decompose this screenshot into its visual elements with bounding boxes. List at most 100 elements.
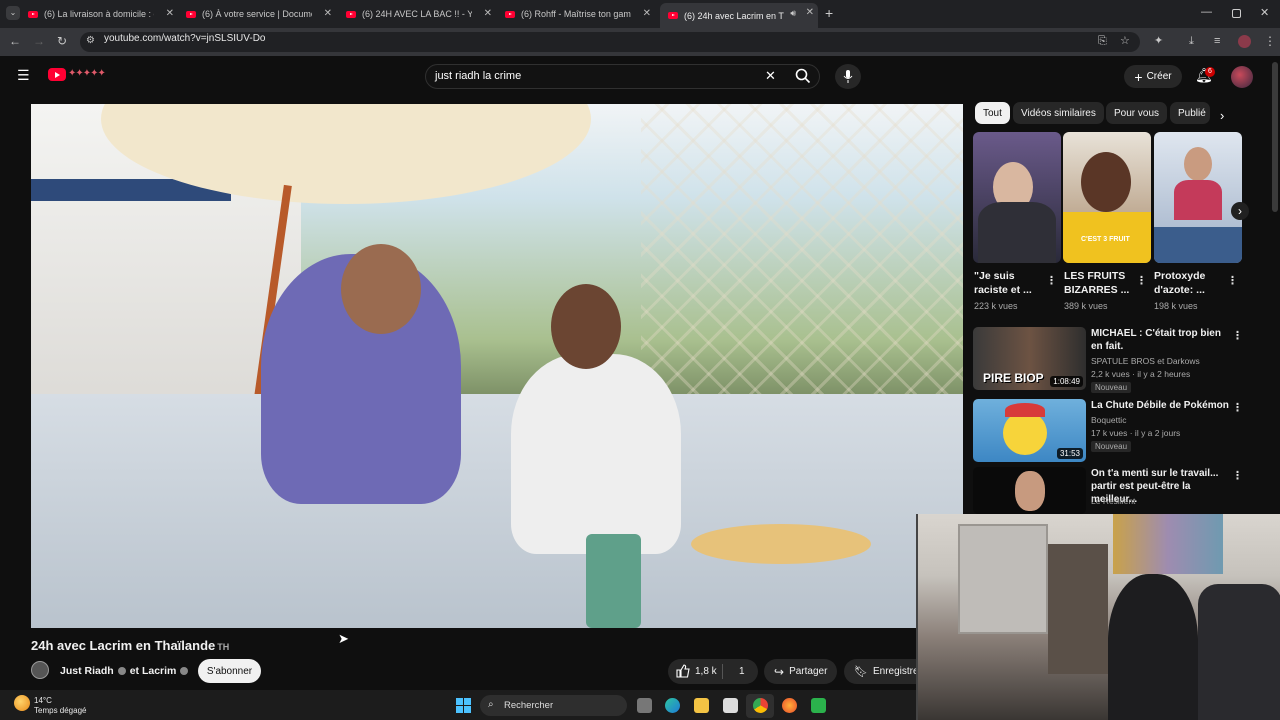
channel-names[interactable]: Just Riadh et Lacrim <box>60 665 192 677</box>
weather-widget[interactable]: 14°C Temps dégagé <box>34 696 86 716</box>
more-options-icon[interactable]: ⋮ <box>1136 275 1147 287</box>
profile-avatar[interactable] <box>1238 35 1251 48</box>
tab-2[interactable]: (6) À votre service | Documenta ✕ <box>186 4 336 24</box>
page-scrollbar[interactable] <box>1272 62 1278 212</box>
new-badge: Nouveau <box>1091 441 1132 452</box>
webcam-chair-shape <box>1198 584 1280 720</box>
tab-title: (6) 24h avec Lacrim en Thaï <box>684 10 784 21</box>
speaker-icon[interactable]: 🔊︎ <box>790 8 796 19</box>
collab-channel-name[interactable]: Lacrim <box>142 665 176 677</box>
bookmark-icon: 🔖︎ <box>854 666 868 678</box>
minimize-icon[interactable]: — <box>1201 6 1212 18</box>
related-channel[interactable]: SPATULE BROS et Darkows <box>1091 355 1200 368</box>
short-thumbnail[interactable] <box>973 132 1061 263</box>
related-thumbnail[interactable]: PIRE BIOP 1:08:49 <box>973 327 1086 390</box>
related-title[interactable]: MICHAEL : C'était trop bien en fait. <box>1091 327 1229 353</box>
short-face-shape <box>1184 147 1212 181</box>
edge-icon[interactable] <box>665 698 680 713</box>
chrome-icon[interactable] <box>753 698 768 713</box>
related-channel[interactable]: Boquettic <box>1091 414 1126 427</box>
related-title[interactable]: La Chute Débile de Pokémon <box>1091 399 1229 412</box>
forward-icon[interactable]: → <box>33 34 45 48</box>
back-icon[interactable]: ← <box>9 34 21 48</box>
clear-search-icon[interactable]: ✕ <box>765 68 776 84</box>
url-text[interactable]: youtube.com/watch?v=jnSLSIUV-Do <box>104 33 265 44</box>
save-button[interactable]: 🔖︎ Enregistrer <box>844 659 918 684</box>
more-options-icon[interactable]: ⋮ <box>1232 470 1243 482</box>
dislike-count[interactable]: 1 <box>739 666 745 677</box>
short-title[interactable]: "Je suis raciste et ... <box>974 269 1044 297</box>
reload-icon[interactable]: ↻ <box>57 34 67 48</box>
related-thumbnail[interactable] <box>973 467 1086 514</box>
task-view-icon[interactable] <box>637 698 652 713</box>
install-app-icon[interactable]: ⎘ <box>1098 34 1107 48</box>
create-button[interactable]: + Créer <box>1124 65 1182 88</box>
more-options-icon[interactable]: ⋮ <box>1232 330 1243 342</box>
chip-all[interactable]: Tout <box>975 102 1010 124</box>
close-icon[interactable]: ✕ <box>484 8 492 19</box>
media-control-icon[interactable]: ≡ <box>1214 34 1220 48</box>
close-icon[interactable]: ✕ <box>643 8 651 19</box>
doodle-logo-icon[interactable]: ✦✦✦✦✦ <box>68 68 106 79</box>
file-explorer-icon[interactable] <box>694 698 709 713</box>
like-icon[interactable] <box>676 664 690 678</box>
video-player[interactable] <box>31 104 963 628</box>
extensions-icon[interactable]: ✦ <box>1154 34 1163 48</box>
channel-name[interactable]: Just Riadh <box>60 665 114 677</box>
tab-5-active[interactable]: (6) 24h avec Lacrim en Thaï 🔊︎ ✕ <box>660 3 818 28</box>
short-overlay-text: C'EST 3 FRUIT <box>1081 236 1130 243</box>
related-thumbnail[interactable]: 31:53 <box>973 399 1086 462</box>
download-icon[interactable]: ⤓ <box>1189 34 1194 48</box>
subscribe-button[interactable]: S'abonner <box>198 659 261 683</box>
share-button[interactable]: ↪ Partager <box>764 659 837 684</box>
tab-title: (6) À votre service | Documenta <box>202 9 312 19</box>
bookmark-star-icon[interactable]: ☆ <box>1120 34 1130 48</box>
like-count[interactable]: 1,8 k <box>695 666 717 677</box>
tab-4[interactable]: (6) Rohff - Maîtrise ton game (✕ <box>505 4 655 24</box>
close-window-icon[interactable]: ✕ <box>1260 6 1269 19</box>
shorts-next-chevron-icon[interactable]: › <box>1231 202 1249 220</box>
youtube-favicon-icon <box>28 10 38 18</box>
site-info-icon[interactable]: ⚙︎ <box>86 34 95 48</box>
tab-1[interactable]: (6) La livraison à domicile : de l ✕ <box>28 4 178 24</box>
app-icon[interactable] <box>811 698 826 713</box>
channel-avatar[interactable] <box>31 661 49 679</box>
more-options-icon[interactable]: ⋮ <box>1046 275 1057 287</box>
new-badge: Nouveau <box>1091 382 1132 393</box>
new-tab-button[interactable]: + <box>825 5 833 21</box>
short-title[interactable]: Protoxyde d'azote: ... <box>1154 269 1224 297</box>
weather-sun-icon[interactable] <box>14 695 30 711</box>
video-duration: 1:08:49 <box>1050 376 1083 387</box>
chip-for-you[interactable]: Pour vous <box>1106 102 1168 124</box>
chip-similar[interactable]: Vidéos similaires <box>1013 102 1104 124</box>
related-channel[interactable]: Le Résilient <box>1091 495 1135 508</box>
tab-3[interactable]: (6) 24H AVEC LA BAC !! - YouTu ✕ <box>346 4 496 24</box>
close-icon[interactable]: ✕ <box>806 7 814 18</box>
short-title[interactable]: LES FRUITS BIZARRES ... <box>1064 269 1134 297</box>
youtube-favicon-icon <box>668 12 678 19</box>
short-thumbnail[interactable] <box>1154 132 1242 263</box>
webcam-posters-shape <box>1113 514 1223 574</box>
like-dislike-group: 1,8 k 1 <box>668 659 758 684</box>
short-thumbnail[interactable]: C'EST 3 FRUIT <box>1063 132 1151 263</box>
maximize-icon[interactable] <box>1232 9 1241 18</box>
youtube-logo[interactable] <box>48 68 66 81</box>
windows-start-icon[interactable] <box>456 698 471 713</box>
search-input[interactable]: just riadh la crime <box>435 70 521 82</box>
close-icon[interactable]: ✕ <box>166 8 174 19</box>
search-icon[interactable] <box>795 68 811 84</box>
firefox-icon[interactable] <box>782 698 797 713</box>
account-avatar[interactable] <box>1231 66 1253 88</box>
close-icon[interactable]: ✕ <box>324 8 332 19</box>
more-options-icon[interactable]: ⋮ <box>1227 275 1238 287</box>
chevron-right-icon[interactable]: › <box>1220 108 1224 123</box>
chip-published[interactable]: Publié <box>1170 102 1210 124</box>
hamburger-menu-icon[interactable]: ☰ <box>17 68 30 82</box>
taskbar-search[interactable]: ⌕ Rechercher <box>480 695 627 716</box>
browser-menu-icon[interactable]: ⋮ <box>1264 34 1276 48</box>
store-icon[interactable] <box>723 698 738 713</box>
share-label: Partager <box>789 666 828 677</box>
tab-search-chevron-icon[interactable]: ⌄ <box>6 6 20 20</box>
more-options-icon[interactable]: ⋮ <box>1232 402 1243 414</box>
voice-search-button[interactable] <box>835 64 861 89</box>
